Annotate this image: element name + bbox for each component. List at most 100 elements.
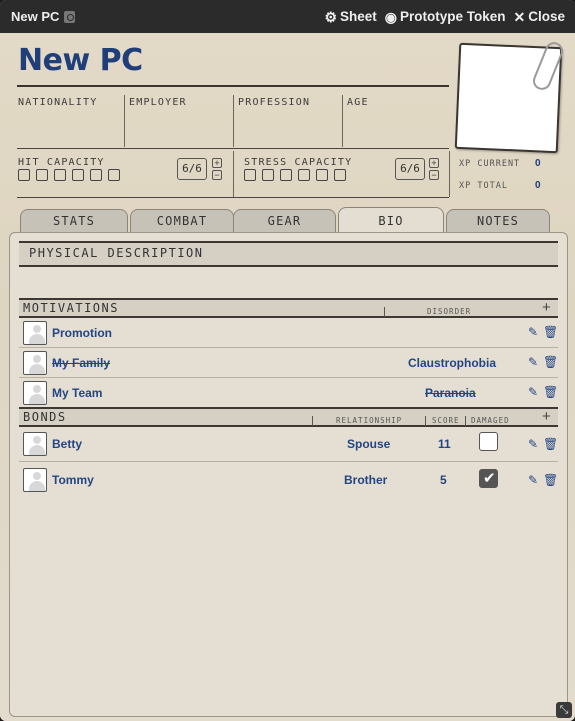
hit-capacity-decrease[interactable]: − [212, 170, 222, 180]
hit-capacity-label: HIT CAPACITY [18, 157, 105, 168]
hit-capacity-increase[interactable]: + [212, 158, 222, 168]
motivation-name[interactable]: My Team [52, 386, 102, 400]
hit-capacity-value[interactable]: 6/6 [177, 158, 207, 180]
tab-stats[interactable]: STATS [20, 209, 128, 233]
bond-relationship[interactable]: Spouse [347, 437, 390, 451]
bonds-header: BONDS RELATIONSHIP SCORE DAMAGED + [19, 407, 558, 427]
motivation-avatar[interactable] [23, 381, 47, 405]
stress-capacity-increase[interactable]: + [429, 158, 439, 168]
bond-score[interactable]: 5 [440, 473, 447, 487]
relationship-column-header: RELATIONSHIP [336, 416, 403, 425]
bond-avatar[interactable] [23, 432, 47, 456]
bio-panel: PHYSICAL DESCRIPTION MOTIVATIONS DISORDE… [9, 232, 568, 717]
motivation-avatar[interactable] [23, 351, 47, 375]
motivation-name[interactable]: Promotion [52, 326, 112, 340]
xp-current-label: XP CURRENT [459, 159, 521, 169]
xp-total-value[interactable]: 0 [535, 180, 541, 191]
bond-damaged-checkbox[interactable] [479, 469, 498, 488]
trash-icon[interactable]: 🗑 [543, 385, 558, 399]
character-sheet: New PC NATIONALITY EMPLOYER PROFESSION A… [0, 33, 575, 721]
name-divider [17, 85, 449, 87]
motivation-row: My Family Claustrophobia ✎ 🗑 [19, 348, 558, 378]
sheet-config-button[interactable]: ⚙ Sheet [324, 9, 376, 24]
trash-icon[interactable]: 🗑 [543, 325, 558, 339]
prototype-token-button[interactable]: ◉ Prototype Token [385, 9, 506, 24]
motivations-header: MOTIVATIONS DISORDER + [19, 298, 558, 318]
edit-icon[interactable]: ✎ [528, 437, 538, 451]
window-title-text: New PC [11, 9, 60, 24]
column-separator [465, 416, 466, 426]
xp-current-value[interactable]: 0 [535, 158, 541, 169]
employer-label: EMPLOYER [129, 97, 187, 108]
disorder-column-header: DISORDER [427, 307, 472, 316]
stress-capacity-decrease[interactable]: − [429, 170, 439, 180]
capacity-divider [449, 151, 450, 197]
close-label: Close [528, 9, 565, 24]
bonds-title: BONDS [23, 410, 67, 424]
user-circle-icon: ◉ [384, 8, 397, 25]
age-label: AGE [347, 97, 369, 108]
column-separator [425, 416, 426, 426]
tab-bio[interactable]: BIO [338, 207, 444, 233]
field-divider [124, 95, 125, 147]
bond-avatar[interactable] [23, 468, 47, 492]
hit-capacity-boxes[interactable] [18, 169, 120, 181]
column-separator [384, 307, 385, 317]
motivations-title: MOTIVATIONS [23, 301, 119, 315]
close-icon: ✕ [513, 8, 526, 25]
bond-damaged-checkbox[interactable] [479, 432, 498, 451]
document-id-icon[interactable] [64, 10, 76, 23]
titlebar-actions: ⚙ Sheet ◉ Prototype Token ✕ Close [324, 9, 565, 24]
motivation-disorder[interactable]: Claustrophobia [408, 356, 496, 370]
sheet-label: Sheet [340, 9, 377, 24]
edit-icon[interactable]: ✎ [528, 473, 538, 487]
actor-sheet-window: New PC ⚙ Sheet ◉ Prototype Token ✕ Close… [0, 0, 575, 721]
gear-icon: ⚙ [324, 8, 337, 25]
trash-icon[interactable]: 🗑 [543, 437, 558, 451]
tab-gear[interactable]: GEAR [233, 209, 336, 233]
edit-icon[interactable]: ✎ [528, 385, 538, 399]
bond-score[interactable]: 11 [438, 437, 451, 451]
stress-capacity-boxes[interactable] [244, 169, 346, 181]
prototype-token-label: Prototype Token [399, 9, 506, 24]
trash-icon[interactable]: 🗑 [543, 473, 558, 487]
bond-relationship[interactable]: Brother [344, 473, 387, 487]
add-bond-button[interactable]: + [542, 409, 551, 424]
physical-description-title: PHYSICAL DESCRIPTION [29, 246, 204, 260]
tab-notes[interactable]: NOTES [446, 209, 550, 233]
bond-name[interactable]: Betty [52, 437, 82, 451]
profession-label: PROFESSION [238, 97, 311, 108]
motivation-row: My Team Paranoia ✎ 🗑 [19, 378, 558, 408]
score-column-header: SCORE [432, 416, 460, 425]
field-divider [233, 95, 234, 147]
motivation-row: Promotion ✎ 🗑 [19, 318, 558, 348]
sheet-tabs: STATS COMBAT GEAR BIO NOTES [20, 207, 555, 233]
resize-handle-icon[interactable]: ⤡ [556, 702, 572, 718]
tab-combat[interactable]: COMBAT [130, 209, 234, 233]
column-separator [312, 416, 313, 426]
stress-capacity-label: STRESS CAPACITY [244, 157, 353, 168]
xp-total-label: XP TOTAL [459, 181, 508, 191]
motivation-avatar[interactable] [23, 321, 47, 345]
capacity-divider [233, 151, 234, 197]
bond-row: Tommy Brother 5 ✎ 🗑 [19, 463, 558, 498]
motivation-disorder[interactable]: Paranoia [425, 386, 476, 400]
stress-capacity-value[interactable]: 6/6 [395, 158, 425, 180]
edit-icon[interactable]: ✎ [528, 355, 538, 369]
window-title: New PC [11, 9, 76, 24]
character-name-input[interactable]: New PC [18, 43, 143, 78]
window-titlebar[interactable]: New PC ⚙ Sheet ◉ Prototype Token ✕ Close [0, 0, 575, 33]
edit-icon[interactable]: ✎ [528, 325, 538, 339]
motivation-name[interactable]: My Family [52, 356, 110, 370]
add-motivation-button[interactable]: + [542, 300, 551, 315]
close-button[interactable]: ✕ Close [514, 9, 566, 24]
field-divider [342, 95, 343, 147]
nationality-label: NATIONALITY [18, 97, 98, 108]
bond-name[interactable]: Tommy [52, 473, 94, 487]
fields-divider [17, 148, 449, 149]
bond-row: Betty Spouse 11 ✎ 🗑 [19, 427, 558, 462]
trash-icon[interactable]: 🗑 [543, 355, 558, 369]
damaged-column-header: DAMAGED [471, 416, 510, 425]
capacity-bottom-rule [17, 197, 449, 198]
physical-description-header[interactable]: PHYSICAL DESCRIPTION [19, 241, 558, 267]
